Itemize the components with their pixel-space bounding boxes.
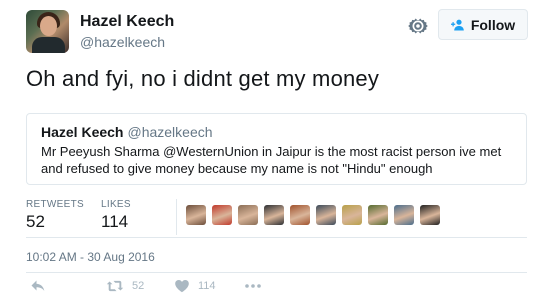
quoted-author: Hazel Keech @hazelkeech (41, 124, 213, 140)
gear-icon[interactable] (406, 14, 430, 38)
retweets-value: 52 (26, 212, 45, 231)
stats-divider (176, 199, 177, 235)
reply-button[interactable] (30, 279, 46, 293)
liker-avatar[interactable] (212, 205, 232, 225)
liker-avatar[interactable] (420, 205, 440, 225)
likes-label: LIKES (101, 199, 131, 210)
follow-label: Follow (470, 16, 516, 33)
likes-stat[interactable]: LIKES 114 (101, 199, 131, 232)
heart-icon (174, 279, 190, 293)
add-user-icon (450, 19, 465, 31)
reply-icon (30, 279, 46, 293)
like-count: 114 (198, 280, 216, 292)
quoted-tweet-text: Mr Peeyush Sharma @WesternUnion in Jaipu… (41, 144, 502, 176)
more-dots-icon (244, 279, 262, 293)
quoted-tweet[interactable]: Hazel Keech @hazelkeech Mr Peeyush Sharma… (26, 113, 527, 185)
liker-avatar[interactable] (316, 205, 336, 225)
liker-avatar[interactable] (186, 205, 206, 225)
more-button[interactable] (244, 279, 262, 293)
author-name[interactable]: Hazel Keech (80, 13, 174, 31)
author-handle[interactable]: @hazelkeech (80, 34, 165, 50)
liker-avatar[interactable] (394, 205, 414, 225)
quoted-author-name: Hazel Keech (41, 124, 124, 140)
avatar-body (32, 37, 65, 53)
quoted-author-handle: @hazelkeech (127, 124, 213, 140)
retweet-count: 52 (132, 280, 145, 292)
tweet-timestamp[interactable]: 10:02 AM - 30 Aug 2016 (26, 250, 155, 264)
retweet-icon (106, 279, 124, 293)
follow-button[interactable]: Follow (438, 9, 528, 40)
divider (26, 272, 527, 273)
liker-avatar[interactable] (368, 205, 388, 225)
likes-value: 114 (101, 212, 129, 231)
liker-avatars (186, 205, 446, 225)
tweet-text: Oh and fyi, no i didnt get my money (26, 66, 380, 91)
liker-avatar[interactable] (342, 205, 362, 225)
retweets-label: RETWEETS (26, 199, 84, 210)
like-button[interactable]: 114 (174, 279, 216, 293)
retweets-stat[interactable]: RETWEETS 52 (26, 199, 84, 232)
retweet-button[interactable]: 52 (106, 279, 144, 293)
liker-avatar[interactable] (264, 205, 284, 225)
divider (26, 237, 527, 238)
author-avatar[interactable] (26, 10, 69, 53)
liker-avatar[interactable] (290, 205, 310, 225)
liker-avatar[interactable] (238, 205, 258, 225)
avatar-face (40, 16, 57, 36)
